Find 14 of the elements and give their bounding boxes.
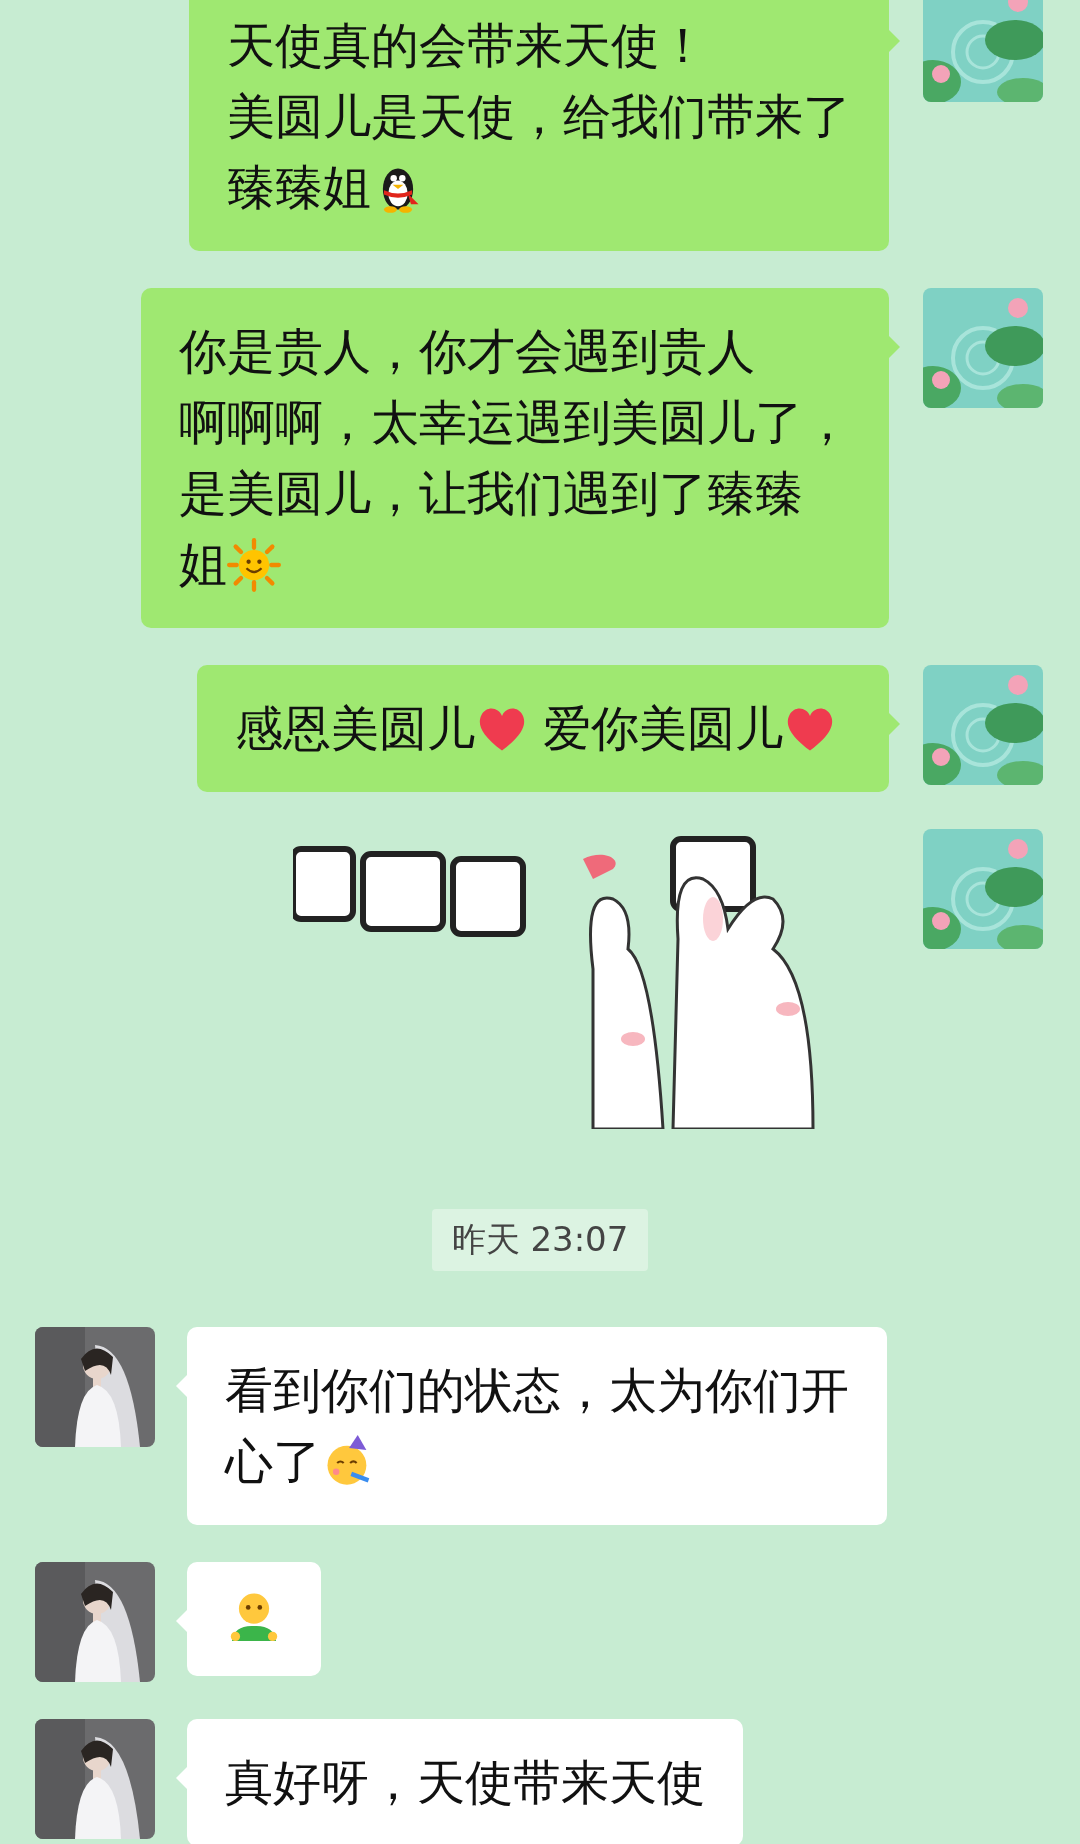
message-text: 爱你美圆儿 <box>543 699 783 758</box>
message-text: 姐 <box>179 535 227 594</box>
sun-icon <box>227 537 281 592</box>
message-text: 感恩美圆儿 <box>235 699 475 758</box>
message-text: 心了 <box>225 1432 321 1491</box>
message-text: 是美圆儿，让我们遇到了臻臻 <box>179 464 803 523</box>
message-text: 臻臻姐 <box>227 158 371 217</box>
message-text: 真好呀，天使带来天使 <box>225 1753 705 1812</box>
message-text: 看到你们的状态，太为你们开 <box>225 1361 849 1420</box>
message-text: 你是贵人，你才会遇到贵人 <box>179 322 755 381</box>
message-text: 啊啊啊，太幸运遇到美圆儿了， <box>179 393 851 452</box>
message-text: 天使真的会带来天使！ <box>227 16 707 75</box>
timestamp: 昨天 23:07 <box>431 1209 649 1271</box>
message-text: 美圆儿是天使，给我们带来了 <box>227 87 851 146</box>
